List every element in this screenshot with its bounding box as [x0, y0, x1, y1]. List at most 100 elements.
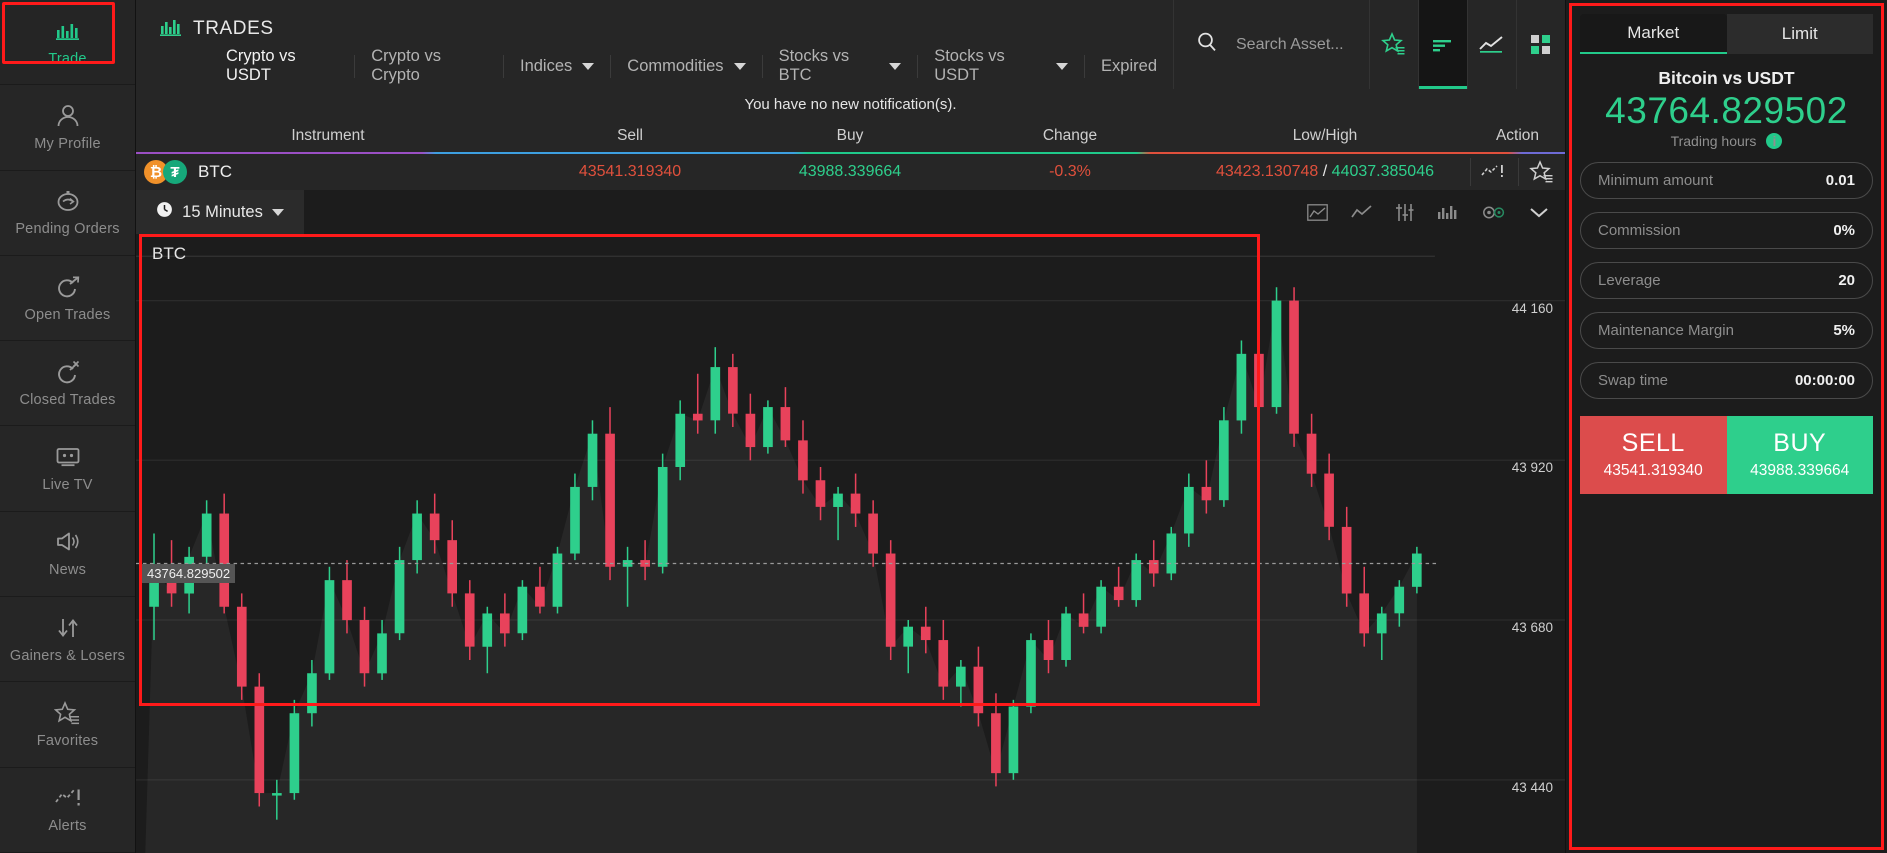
favorites-star-icon[interactable]	[1369, 0, 1418, 89]
info-icon[interactable]: i	[1766, 132, 1783, 149]
arrow-circle-out-icon	[53, 274, 83, 300]
candlestick-canvas	[136, 255, 1565, 853]
tether-icon: ₮	[163, 160, 187, 184]
field-minimum-amount[interactable]: Minimum amount 0.01	[1580, 161, 1873, 199]
lowhigh-separator: /	[1322, 163, 1328, 180]
tab-expired[interactable]: Expired	[1085, 55, 1173, 78]
field-swap-time[interactable]: Swap time 00:00:00	[1580, 361, 1873, 399]
alert-line-icon	[53, 785, 83, 811]
tab-stocks-vs-usdt[interactable]: Stocks vs USDT	[918, 47, 1086, 84]
clock-arrow-icon	[53, 188, 83, 214]
table-row[interactable]: ₿ ₮ BTC 43541.319340 43988.339664 -0.3% …	[136, 154, 1565, 190]
cell-buy-price[interactable]: 43988.339664	[740, 163, 960, 181]
search-input[interactable]: Search Asset...	[1173, 0, 1369, 89]
col-lowhigh: Low/High	[1292, 126, 1358, 144]
field-commission[interactable]: Commission 0%	[1580, 211, 1873, 249]
sidebar-item-closed-trades[interactable]: Closed Trades	[0, 341, 135, 427]
tab-stocks-vs-btc[interactable]: Stocks vs BTC	[763, 47, 919, 84]
tab-label: Stocks vs USDT	[934, 47, 1005, 84]
col-buy: Buy	[836, 126, 864, 144]
tab-label: Commodities	[627, 56, 724, 75]
user-icon	[53, 103, 83, 129]
sell-price: 43541.319340	[1603, 462, 1703, 480]
tab-label: Stocks vs BTC	[778, 47, 850, 84]
sidebar-item-my-profile[interactable]: My Profile	[0, 85, 135, 171]
order-type-tabs: Market Limit	[1580, 14, 1873, 54]
chevron-down-icon	[582, 62, 595, 70]
field-maintenance-margin[interactable]: Maintenance Margin 5%	[1580, 311, 1873, 349]
y-axis-tick: 43 920	[1511, 460, 1553, 476]
sidebar-item-pending-orders[interactable]: Pending Orders	[0, 171, 135, 256]
sidebar-item-label: Open Trades	[24, 306, 111, 323]
line-chart-icon[interactable]	[1351, 204, 1372, 221]
search-placeholder: Search Asset...	[1236, 35, 1344, 53]
sidebar-item-alerts[interactable]: Alerts	[0, 768, 135, 853]
favorite-star-icon[interactable]	[1517, 158, 1566, 186]
sell-button[interactable]: SELL 43541.319340	[1580, 415, 1727, 494]
area-chart-icon[interactable]	[1307, 203, 1328, 221]
y-axis-tick: 43 680	[1511, 620, 1553, 636]
col-instrument: Instrument	[291, 126, 365, 144]
sidebar-item-trade[interactable]: Trade	[0, 0, 135, 86]
sidebar-item-news[interactable]: News	[0, 512, 135, 598]
arrow-circle-x-icon	[53, 359, 83, 385]
tab-market[interactable]: Market	[1580, 14, 1727, 54]
col-change: Change	[1042, 126, 1098, 144]
sidebar-item-label: Alerts	[48, 818, 87, 835]
star-list-icon	[53, 700, 83, 726]
sidebar-item-gainers-losers[interactable]: Gainers & Losers	[0, 597, 135, 683]
sidebar-item-favorites[interactable]: Favorites	[0, 682, 135, 768]
timeframe-selector[interactable]: 15 Minutes	[136, 190, 304, 234]
price-chart[interactable]: BTC 43764.829502 44 160 43 920 43 680 43 44…	[136, 234, 1565, 853]
tab-indices[interactable]: Indices	[504, 54, 612, 78]
low-price: 43423.130748	[1215, 163, 1319, 180]
field-value: 0.01	[1825, 171, 1855, 189]
sidebar-item-live-tv[interactable]: Live TV	[0, 426, 135, 512]
tab-crypto-vs-usdt[interactable]: Crypto vs USDT	[210, 47, 356, 84]
sidebar-item-label: Trade	[48, 50, 87, 67]
quote-table: Instrument Sell Buy Change Low/High Acti…	[136, 119, 1565, 190]
tab-commodities[interactable]: Commodities	[611, 54, 763, 78]
sidebar-item-label: Gainers & Losers	[9, 647, 126, 664]
high-price: 44037.385046	[1331, 163, 1434, 180]
current-price-label: 43764.829502	[142, 563, 236, 583]
cell-instrument[interactable]: ₿ ₮ BTC	[136, 160, 520, 184]
order-current-price: 43764.829502	[1605, 90, 1848, 131]
sidebar-item-label: Favorites	[36, 733, 99, 750]
sidebar-item-open-trades[interactable]: Open Trades	[0, 256, 135, 342]
order-pair-title: Bitcoin vs USDT	[1658, 68, 1795, 88]
bar-chart-vertical-icon[interactable]	[1395, 203, 1414, 222]
bar-chart-icon	[160, 18, 182, 41]
chart-tool-icons	[1307, 190, 1565, 234]
histogram-icon[interactable]	[1437, 204, 1458, 221]
cell-low-high: 43423.130748 / 44037.385046	[1180, 163, 1470, 181]
clock-icon	[156, 201, 173, 223]
sidebar-item-label: News	[48, 562, 87, 579]
category-tabs: Crypto vs USDT Crypto vs Crypto Indices Com…	[160, 44, 1173, 88]
y-axis-tick: 43 440	[1511, 779, 1553, 795]
list-view-icon[interactable]	[1418, 0, 1467, 89]
col-sell: Sell	[617, 126, 643, 144]
buy-button[interactable]: BUY 43988.339664	[1726, 415, 1873, 494]
notification-text: You have no new notification(s).	[744, 95, 957, 113]
tab-limit[interactable]: Limit	[1726, 14, 1873, 54]
chevron-down-icon[interactable]	[1529, 206, 1549, 219]
field-label: Minimum amount	[1598, 171, 1714, 189]
line-chart-icon[interactable]	[1467, 0, 1516, 89]
chevron-down-icon	[271, 208, 284, 216]
field-label: Leverage	[1598, 271, 1661, 289]
field-label: Swap time	[1598, 371, 1669, 389]
grid-view-icon[interactable]	[1516, 0, 1565, 89]
field-value: 20	[1838, 271, 1855, 289]
chevron-down-icon	[1056, 62, 1069, 70]
order-panel: Market Limit Bitcoin vs USDT 43764.82950…	[1565, 0, 1887, 853]
tab-label: Crypto vs Crypto	[371, 47, 441, 84]
settings-icon[interactable]	[1481, 203, 1506, 222]
field-leverage[interactable]: Leverage 20	[1580, 261, 1873, 299]
tab-crypto-vs-crypto[interactable]: Crypto vs Crypto	[355, 47, 504, 84]
alert-line-icon[interactable]	[1470, 158, 1518, 186]
cell-sell-price[interactable]: 43541.319340	[520, 163, 740, 181]
tab-label: Indices	[520, 56, 573, 75]
field-value: 5%	[1833, 321, 1855, 339]
trading-platform: Trade My Profile Pending Orders Open Trades…	[0, 0, 1887, 853]
